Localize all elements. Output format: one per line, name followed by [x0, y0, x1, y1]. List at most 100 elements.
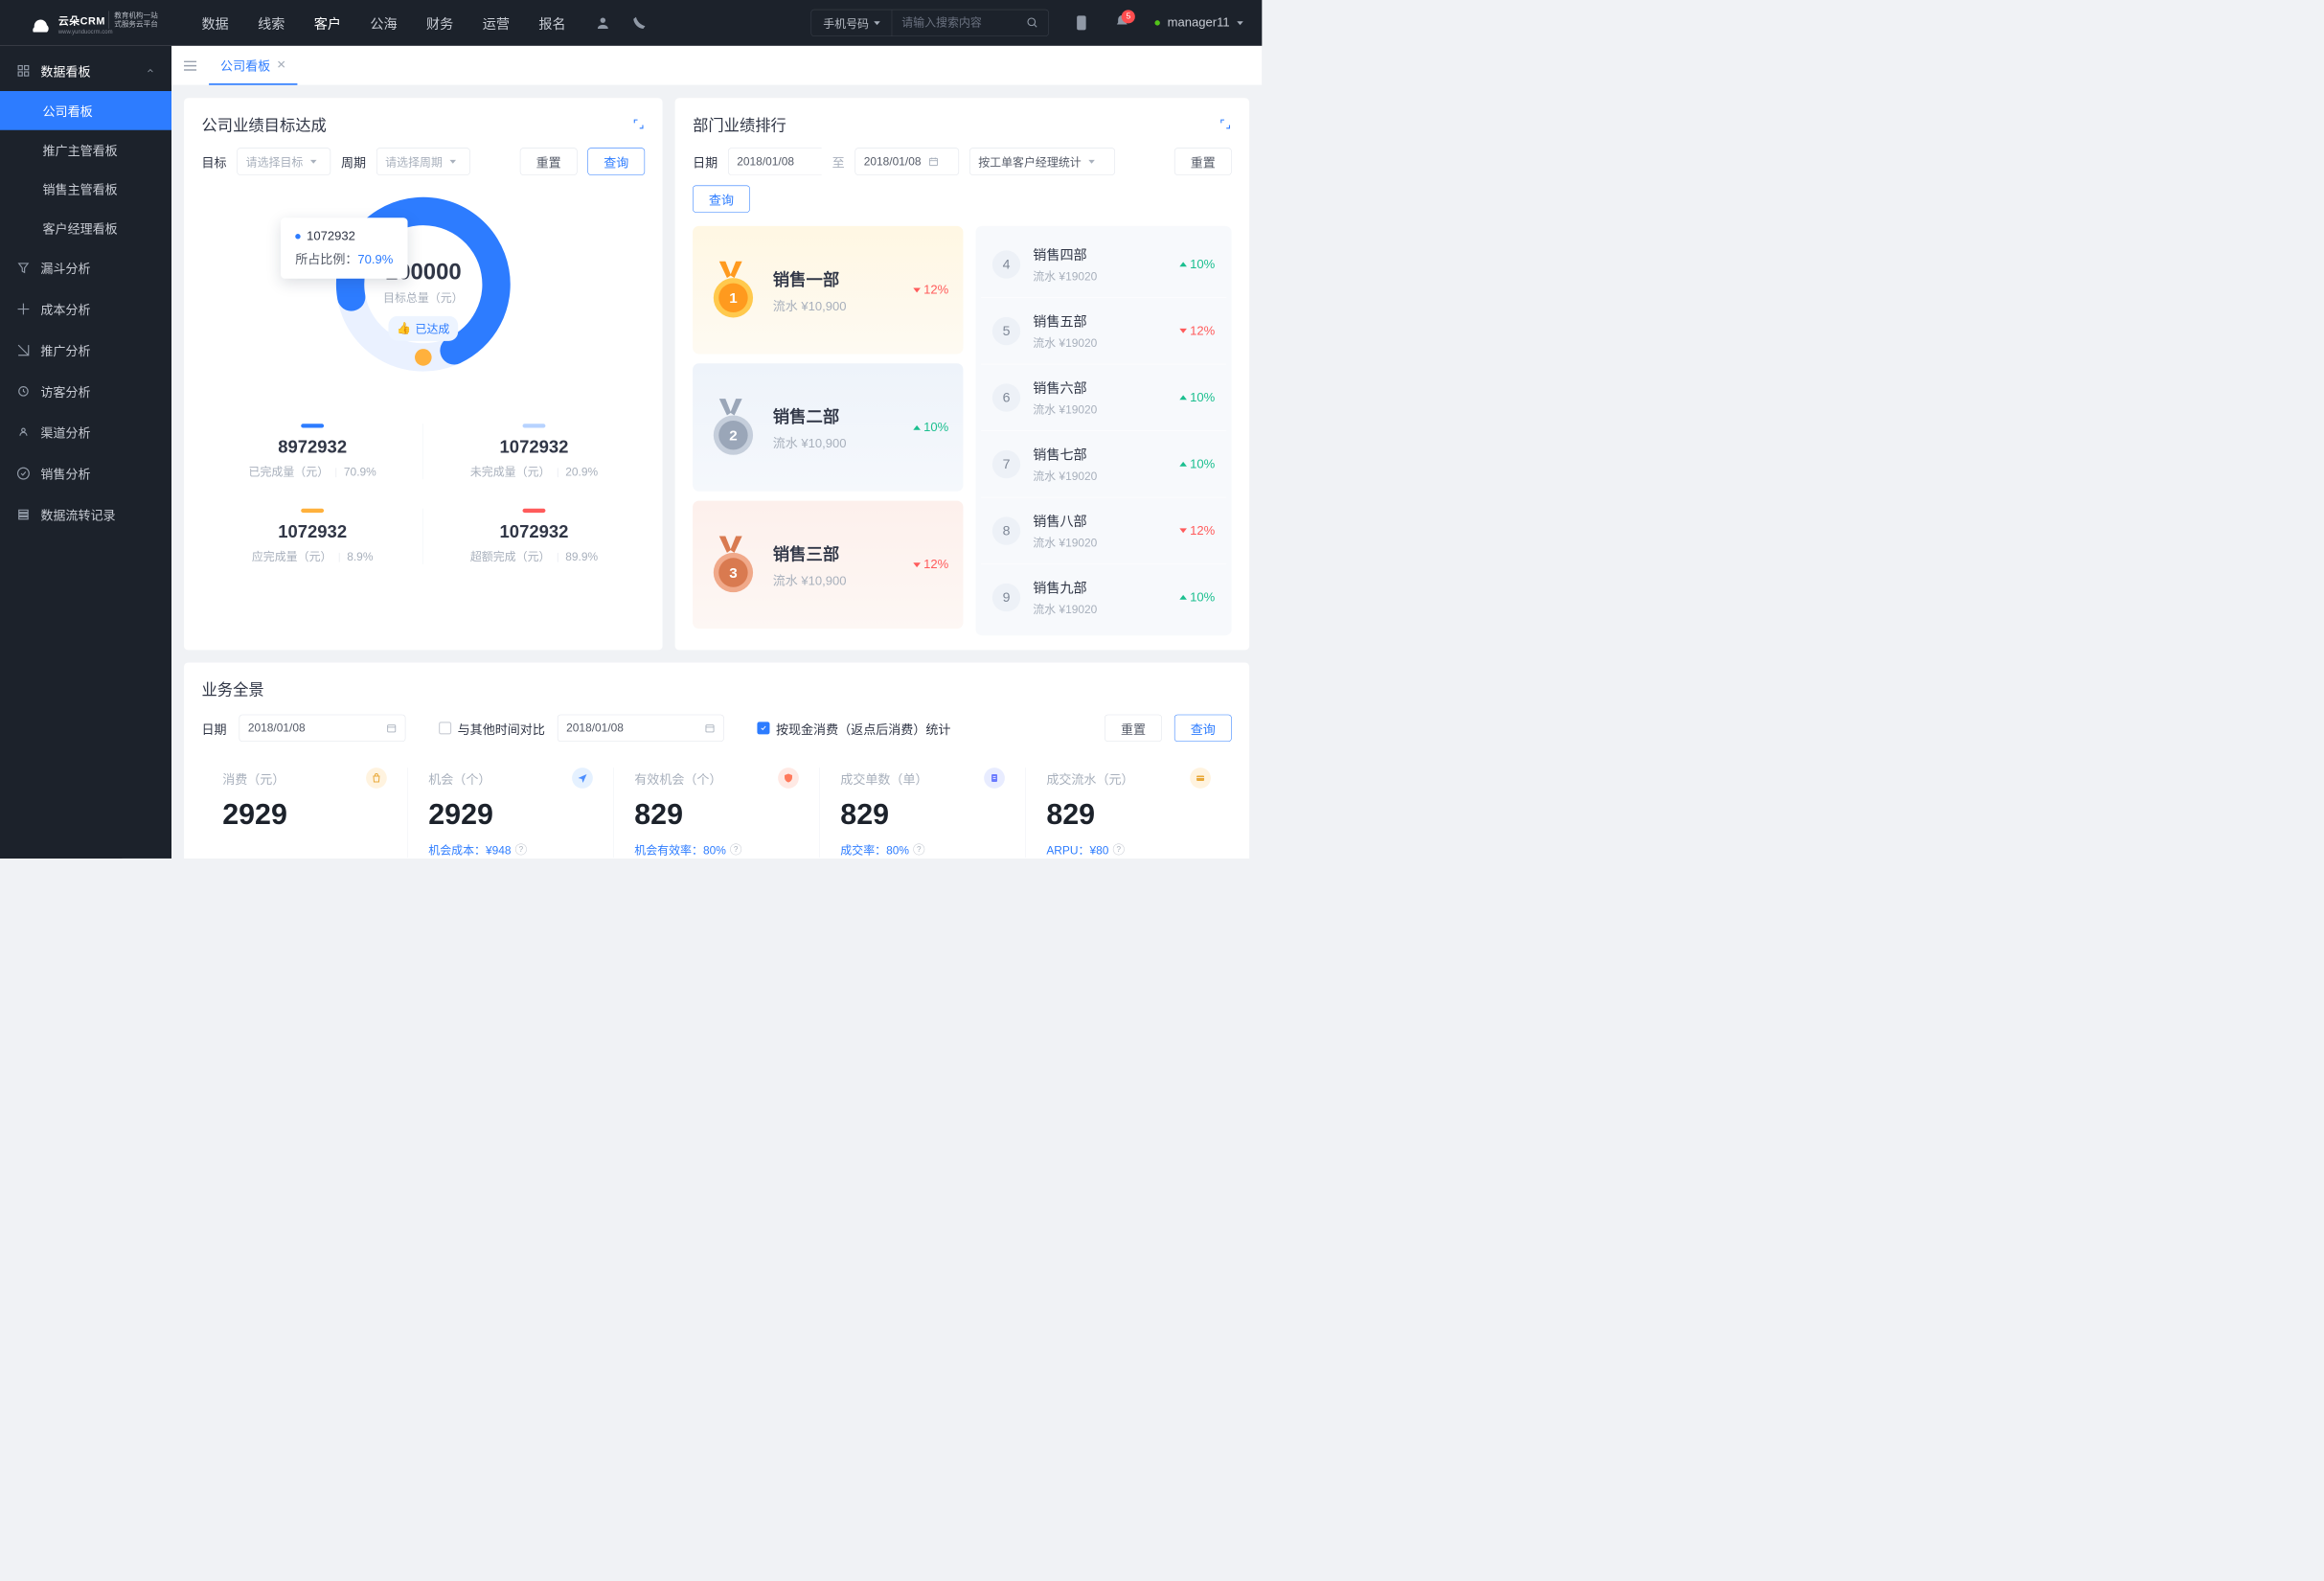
pan-query-button[interactable]: 查询 — [1174, 715, 1232, 742]
logo-text: 云朵CRM — [58, 12, 105, 28]
pan-reset-button[interactable]: 重置 — [1105, 715, 1162, 742]
pan-date2[interactable]: 2018/01/08 — [558, 715, 724, 742]
goal-query-button[interactable]: 查询 — [588, 148, 646, 174]
rank-date-to[interactable]: 2018/01/08 — [855, 148, 960, 174]
pan-date1[interactable]: 2018/01/08 — [239, 715, 406, 742]
expand-icon[interactable] — [632, 118, 645, 130]
sidebar-row[interactable]: 访客分析 — [0, 371, 171, 412]
sidebar-group-dashboard[interactable]: 数据看板 — [0, 50, 171, 91]
sidebar-row[interactable]: 数据流转记录 — [0, 493, 171, 535]
rank-date-from[interactable]: 2018/01/08 — [728, 148, 822, 174]
user-icon[interactable] — [595, 15, 610, 31]
rank-row: 8销售八部流水 ¥1902012% — [981, 497, 1226, 564]
dashboard-icon — [16, 64, 30, 78]
pan-date-label: 日期 — [202, 719, 227, 737]
phone-icon[interactable] — [631, 15, 647, 31]
chevron-up-icon — [146, 66, 155, 76]
sidebar: 数据看板 公司看板推广主管看板销售主管看板客户经理看板 漏斗分析成本分析推广分析… — [0, 46, 171, 859]
nav-item[interactable]: 报名 — [538, 13, 565, 33]
chevron-down-icon — [1089, 159, 1096, 163]
sidebar-item[interactable]: 推广主管看板 — [0, 130, 171, 170]
cash-label: 按现金消费（返点后消费）统计 — [776, 719, 950, 737]
tabbar: 公司看板 ✕ — [171, 46, 1262, 85]
rank-number: 7 — [992, 449, 1020, 477]
logo[interactable]: 云朵CRM 教育机构一站 式服务云平台 www.yunduocrm.com — [25, 11, 158, 35]
goal-total-label: 目标总量（元） — [383, 288, 464, 305]
goal-title: 公司业绩目标达成 — [202, 112, 327, 135]
sidebar-item[interactable]: 公司看板 — [0, 91, 171, 130]
medal-icon: 1 — [707, 259, 759, 321]
sidebar-icon — [16, 261, 30, 274]
goal-stat: 8972932已完成量（元）70.9% — [202, 409, 423, 494]
sidebar-row[interactable]: 推广分析 — [0, 330, 171, 371]
compare-checkbox[interactable] — [439, 722, 451, 734]
metric: 机会（个）2929机会成本：¥948 ? — [408, 762, 614, 858]
medal-icon: 3 — [707, 534, 759, 596]
sidebar-row[interactable]: 成本分析 — [0, 288, 171, 330]
tab-company-dashboard[interactable]: 公司看板 ✕ — [209, 46, 298, 85]
metric: 消费（元）2929 — [202, 762, 408, 858]
metric: 成交流水（元）829ARPU：¥80 ? — [1026, 762, 1232, 858]
sidebar-icon — [16, 508, 30, 521]
sidebar-row[interactable]: 漏斗分析 — [0, 247, 171, 288]
medal-icon: 2 — [707, 396, 759, 458]
sidebar-icon — [16, 467, 30, 480]
target-select[interactable]: 请选择目标 — [238, 148, 331, 174]
help-icon[interactable]: ? — [730, 843, 741, 855]
topbar: 云朵CRM 教育机构一站 式服务云平台 www.yunduocrm.com 数据… — [0, 0, 1262, 46]
help-icon[interactable]: ? — [914, 843, 925, 855]
rank-stat-select[interactable]: 按工单客户经理统计 — [969, 148, 1115, 174]
cloud-icon — [25, 13, 54, 33]
nav-item[interactable]: 客户 — [314, 13, 341, 33]
rank-number: 9 — [992, 583, 1020, 610]
svg-text:2: 2 — [729, 427, 737, 444]
sidebar-icon — [16, 343, 30, 356]
search-button[interactable] — [1017, 10, 1049, 35]
logo-tagline: 教育机构一站 — [114, 11, 158, 20]
search-input[interactable] — [892, 16, 1016, 30]
user-menu[interactable]: manager11 — [1155, 15, 1243, 30]
notifications-badge: 5 — [1122, 10, 1135, 23]
search-type-select[interactable]: 手机号码 — [811, 10, 892, 35]
card-icon — [1190, 768, 1211, 789]
nav: 数据 线索 客户 公海 财务 运营 报名 — [201, 13, 565, 33]
date-label: 日期 — [693, 152, 718, 171]
nav-item[interactable]: 运营 — [483, 13, 510, 33]
rank-query-button[interactable]: 查询 — [693, 185, 750, 212]
shield-icon — [778, 768, 799, 789]
sidebar-icon — [16, 384, 30, 398]
period-select[interactable]: 请选择周期 — [376, 148, 470, 174]
nav-item[interactable]: 数据 — [201, 13, 228, 33]
goal-reset-button[interactable]: 重置 — [520, 148, 578, 174]
rank-card: 部门业绩排行 日期 2018/01/08 至 2018/01/08 按工单客户经… — [675, 98, 1249, 650]
help-icon[interactable]: ? — [515, 843, 527, 855]
rank-top-slot: 1销售一部流水 ¥10,90012% — [693, 226, 963, 355]
sidebar-row[interactable]: 渠道分析 — [0, 412, 171, 453]
svg-text:3: 3 — [729, 565, 737, 582]
rank-number: 5 — [992, 316, 1020, 344]
rank-number: 4 — [992, 250, 1020, 278]
nav-item[interactable]: 线索 — [258, 13, 285, 33]
metric-foot: 机会成本：¥948 ? — [428, 840, 593, 857]
cash-checkbox[interactable] — [758, 722, 770, 734]
nav-item[interactable]: 公海 — [370, 13, 397, 33]
sidebar-item[interactable]: 销售主管看板 — [0, 169, 171, 208]
help-icon[interactable]: ? — [1113, 843, 1125, 855]
notifications-button[interactable]: 5 — [1114, 13, 1129, 32]
close-icon[interactable]: ✕ — [277, 57, 286, 71]
goal-stat: 1072932应完成量（元）8.9% — [202, 493, 423, 579]
goal-donut-chart: 100000 目标总量（元） 👍已达成 1072932 所占比例：70.9% — [202, 191, 646, 409]
sidebar-row[interactable]: 销售分析 — [0, 452, 171, 493]
collapse-sidebar-icon[interactable] — [182, 57, 198, 73]
bag-icon — [366, 768, 387, 789]
rank-row: 7销售七部流水 ¥1902010% — [981, 431, 1226, 498]
chevron-down-icon — [1237, 21, 1243, 25]
calendar-icon — [386, 722, 397, 733]
metric-foot: ARPU：¥80 ? — [1047, 840, 1212, 857]
mobile-icon[interactable] — [1074, 15, 1089, 31]
nav-item[interactable]: 财务 — [426, 13, 453, 33]
chevron-down-icon — [310, 159, 317, 163]
expand-icon[interactable] — [1219, 118, 1232, 130]
sidebar-item[interactable]: 客户经理看板 — [0, 208, 171, 247]
rank-reset-button[interactable]: 重置 — [1174, 148, 1232, 174]
